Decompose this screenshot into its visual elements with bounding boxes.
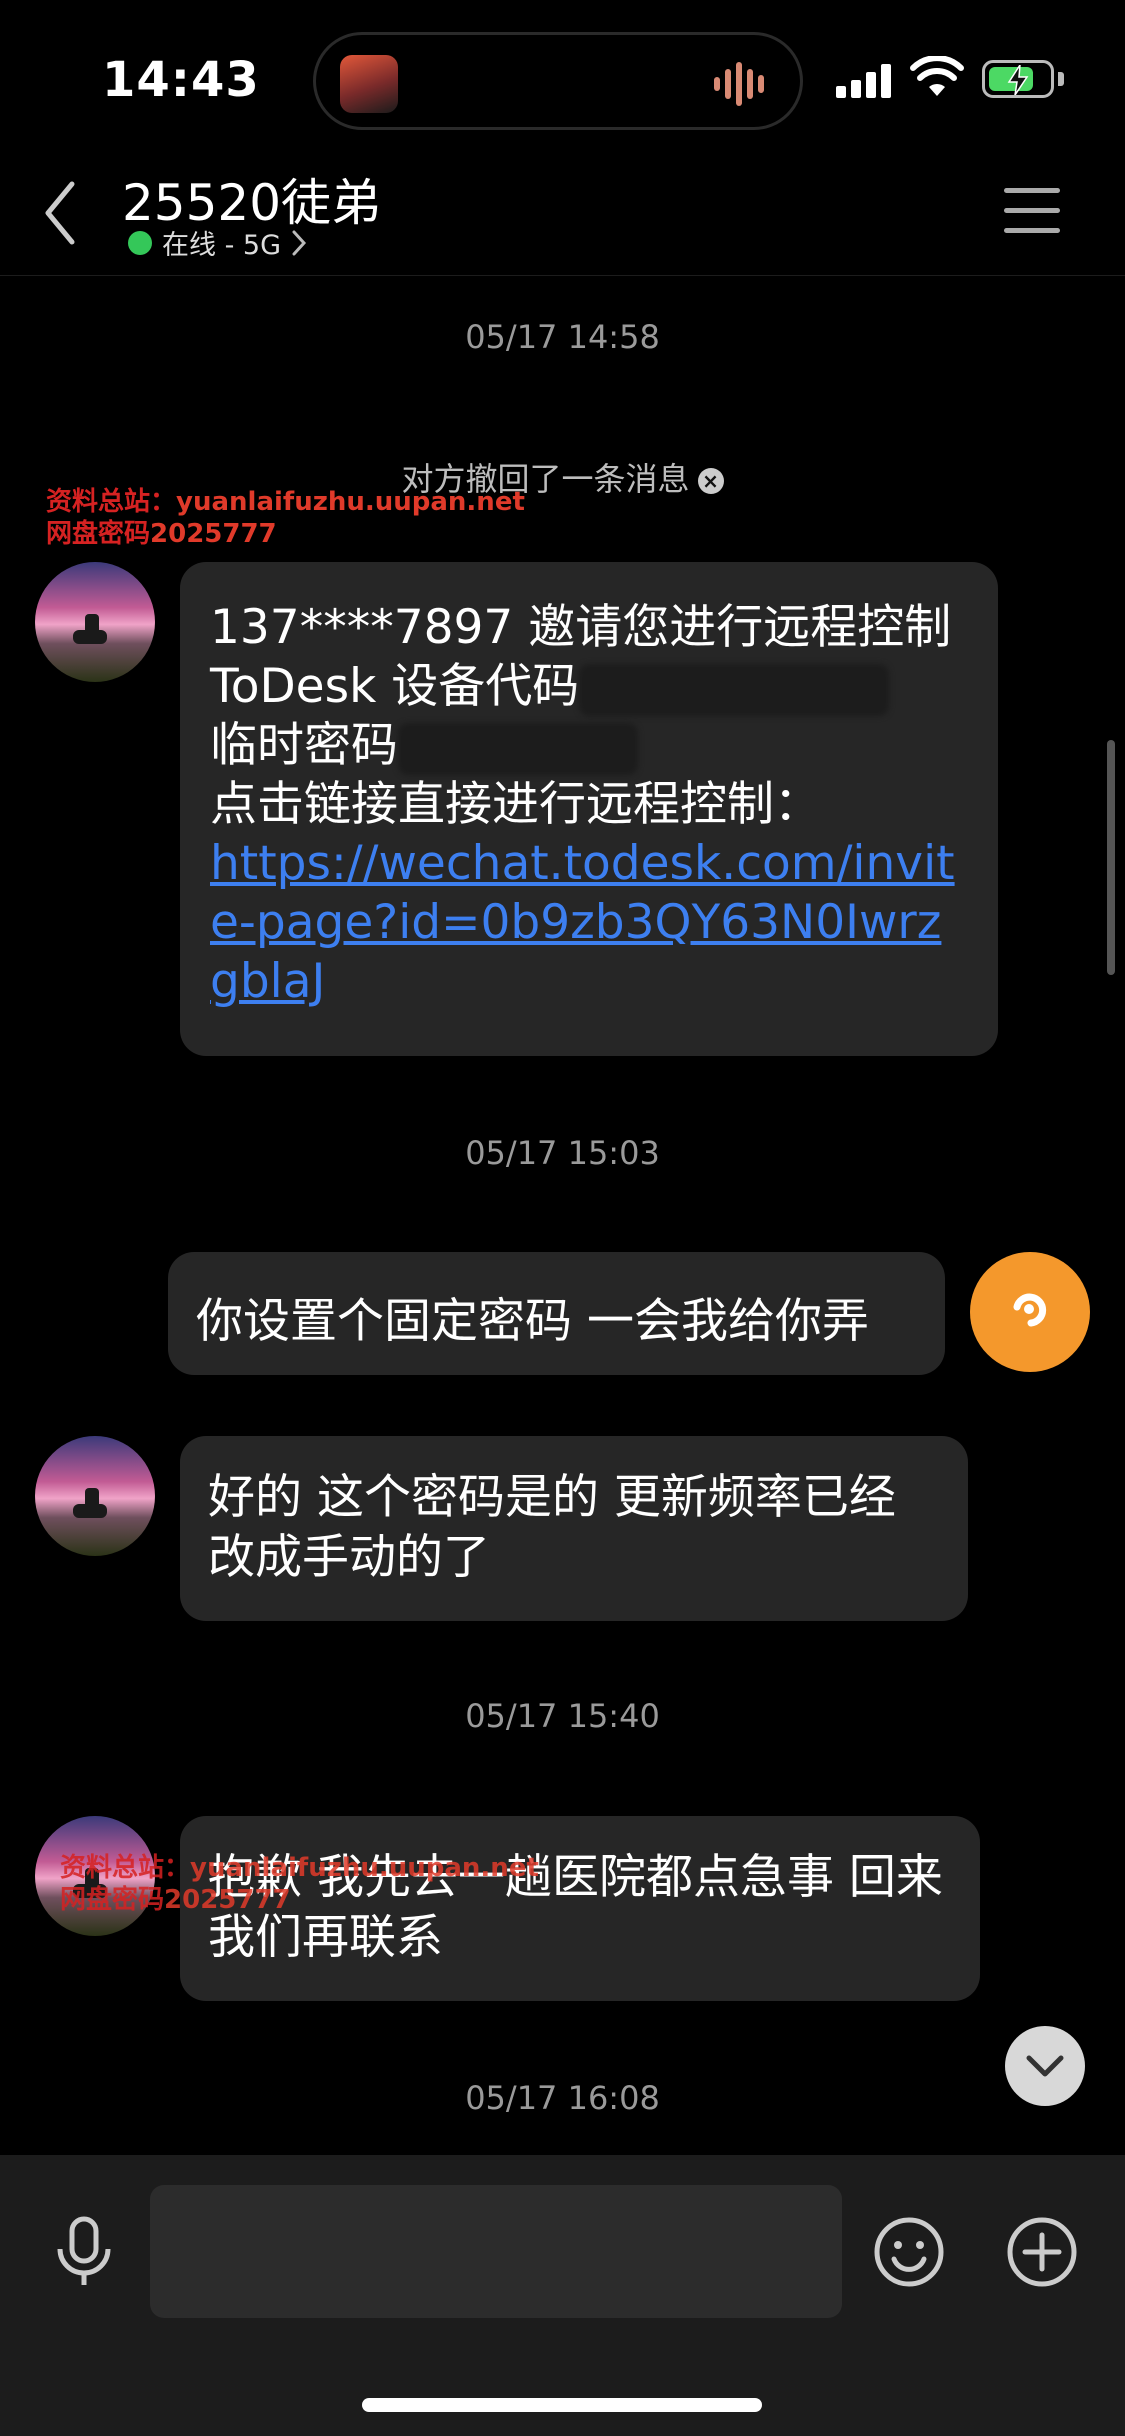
status-time: 14:43 (102, 52, 260, 108)
home-indicator[interactable] (362, 2398, 762, 2412)
redacted-block (398, 722, 638, 775)
charging-bolt-icon (1007, 65, 1029, 95)
plus-icon[interactable] (1005, 2215, 1079, 2289)
scroll-to-bottom-button[interactable] (1005, 2026, 1085, 2106)
message-text: 你设置个固定密码 一会我给你弄 (196, 1294, 869, 1349)
contact-status-text: 在线 - 5G (162, 230, 282, 261)
contact-status[interactable]: 在线 - 5G (128, 223, 307, 262)
menu-icon[interactable] (1004, 188, 1060, 248)
invite-line: 点击链接直接进行远程控制： (210, 777, 821, 832)
contact-avatar[interactable] (35, 562, 155, 682)
message-text: 好的 这个密码是的 更新频率已经改成手动的了 (208, 1470, 896, 1585)
watermark-code: 2025777 (164, 1885, 291, 1915)
invite-line: 临时密码 (210, 718, 398, 773)
watermark-code: 2025777 (150, 519, 277, 549)
watermark-label: 资料总站： (46, 487, 177, 517)
now-playing-thumbnail (340, 55, 398, 113)
timestamp: 05/17 16:08 (465, 2079, 660, 2117)
battery-cap (1058, 72, 1064, 86)
watermark-label: 网盘密码 (46, 519, 151, 549)
back-chevron-icon[interactable] (40, 178, 80, 248)
timestamp: 05/17 15:40 (465, 1697, 660, 1735)
invite-line: 137****7897 邀请您进行远程控制 (210, 600, 952, 655)
my-avatar[interactable] (970, 1252, 1090, 1372)
scroll-indicator[interactable] (1107, 740, 1115, 975)
avatar-horse (73, 1504, 107, 1518)
chevron-right-icon (292, 230, 307, 255)
chat-header: 25520徒弟 在线 - 5G (0, 160, 1125, 276)
message-bubble-incoming[interactable]: 好的 这个密码是的 更新频率已经改成手动的了 (180, 1436, 968, 1621)
watermark-url: yuanlaifuzhu.uupan.net (190, 1853, 539, 1883)
online-dot (128, 230, 152, 255)
signal-icon (836, 62, 894, 98)
message-input[interactable] (150, 2185, 842, 2318)
watermark-label: 网盘密码 (60, 1885, 165, 1915)
avatar-glyph-icon (1013, 1293, 1047, 1327)
invite-line: ToDesk 设备代码 (210, 659, 580, 714)
dynamic-island[interactable] (313, 32, 803, 130)
redacted-block (579, 663, 890, 716)
message-bubble-outgoing[interactable]: 你设置个固定密码 一会我给你弄 (168, 1252, 945, 1375)
contact-avatar[interactable] (35, 1436, 155, 1556)
chevron-down-icon (1026, 2055, 1064, 2077)
status-bar: 14:43 (0, 0, 1125, 160)
watermark-label: 资料总站： (60, 1853, 191, 1883)
input-bar (0, 2155, 1125, 2436)
timestamp: 05/17 14:58 (465, 318, 660, 356)
close-icon: × (697, 468, 724, 494)
watermark: 资料总站：yuanlaifuzhu.uupan.net 网盘密码2025777 (60, 1852, 539, 1916)
invite-link[interactable]: https://wechat.todesk.com/invite-page?id… (210, 834, 968, 1011)
wifi-icon (910, 56, 964, 96)
mic-icon[interactable] (52, 2215, 116, 2289)
watermark-url: yuanlaifuzhu.uupan.net (176, 487, 525, 517)
watermark: 资料总站：yuanlaifuzhu.uupan.net 网盘密码2025777 (46, 486, 525, 550)
audio-waveform-icon (714, 61, 770, 107)
timestamp: 05/17 15:03 (465, 1134, 660, 1172)
avatar-horse (73, 630, 107, 644)
battery-icon (982, 60, 1054, 98)
emoji-icon[interactable] (872, 2215, 946, 2289)
message-bubble-invite[interactable]: 137****7897 邀请您进行远程控制 ToDesk 设备代码 临时密码 点… (180, 562, 998, 1056)
